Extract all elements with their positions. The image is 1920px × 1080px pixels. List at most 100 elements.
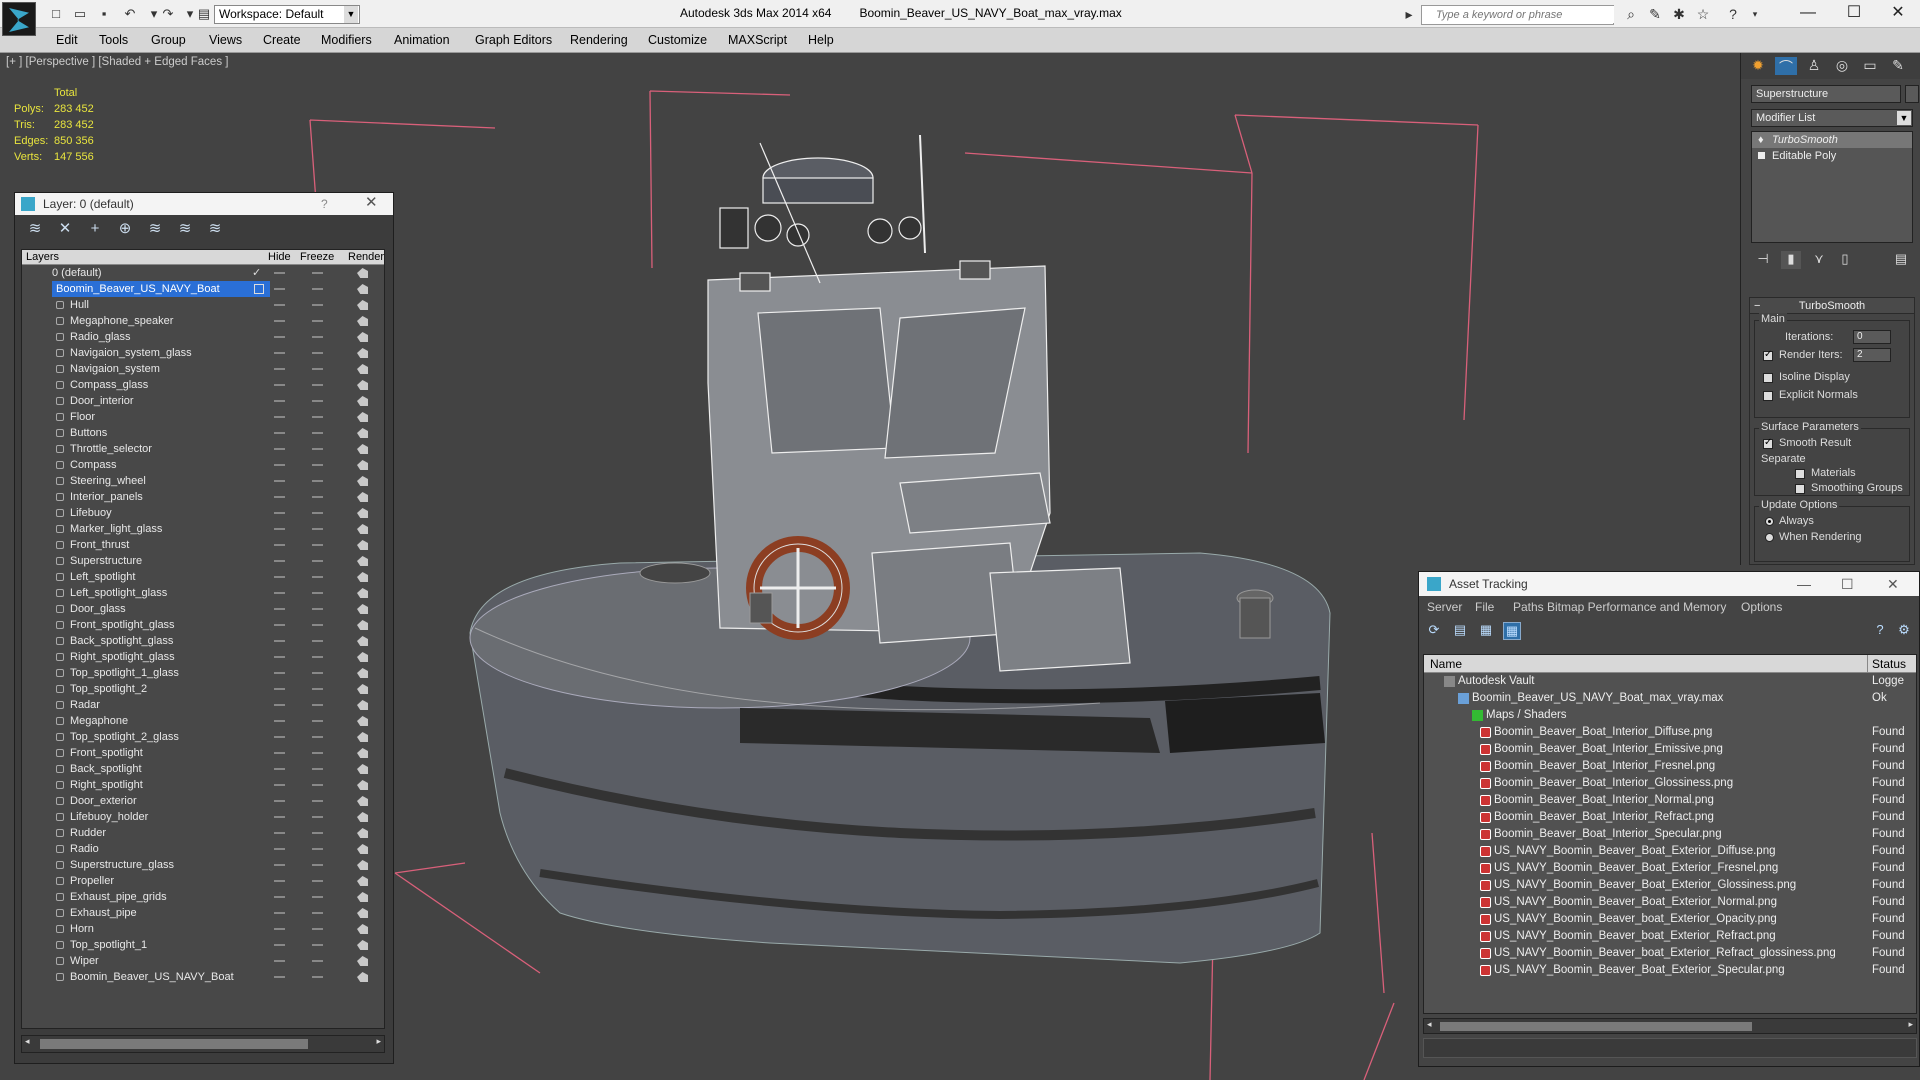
layer-object-row[interactable]: Lifebuoy_holder	[22, 809, 384, 825]
asset-row-map[interactable]: US_NAVY_Boomin_Beaver_boat_Exterior_Refr…	[1424, 928, 1916, 945]
render-teapot-icon[interactable]	[357, 892, 368, 902]
undo-icon[interactable]: ↶	[122, 6, 138, 21]
layer-object-row[interactable]: Radar	[22, 697, 384, 713]
freeze-toggle[interactable]	[312, 896, 323, 898]
render-teapot-icon[interactable]	[357, 652, 368, 662]
asset-row-map[interactable]: US_NAVY_Boomin_Beaver_Boat_Exterior_Diff…	[1424, 843, 1916, 860]
scroll-thumb[interactable]	[1440, 1022, 1752, 1031]
freeze-toggle[interactable]	[312, 800, 323, 802]
render-teapot-icon[interactable]	[357, 604, 368, 614]
hide-toggle[interactable]	[274, 288, 285, 290]
hide-toggle[interactable]	[274, 784, 285, 786]
menu-server[interactable]: Server	[1427, 600, 1462, 614]
object-name-field[interactable]: Superstructure	[1751, 85, 1901, 103]
layer-object-row[interactable]: Right_spotlight_glass	[22, 649, 384, 665]
modify-tab-icon[interactable]: ⌒	[1775, 57, 1797, 75]
render-teapot-icon[interactable]	[357, 412, 368, 422]
menu-graph-editors[interactable]: Graph Editors	[475, 33, 552, 47]
layer-object-row[interactable]: Megaphone	[22, 713, 384, 729]
menu-animation[interactable]: Animation	[394, 33, 450, 47]
materials-checkbox[interactable]	[1795, 469, 1805, 479]
freeze-toggle[interactable]	[312, 592, 323, 594]
stack-item-editable-poly[interactable]: Editable Poly	[1752, 148, 1912, 164]
render-teapot-icon[interactable]	[357, 380, 368, 390]
freeze-toggle[interactable]	[312, 336, 323, 338]
asset-horizontal-scrollbar[interactable]: ◂ ▸	[1423, 1018, 1917, 1034]
freeze-toggle[interactable]	[312, 528, 323, 530]
hide-toggle[interactable]	[274, 672, 285, 674]
layer-object-row[interactable]: Door_glass	[22, 601, 384, 617]
freeze-toggle[interactable]	[312, 416, 323, 418]
layer-object-row[interactable]: Exhaust_pipe	[22, 905, 384, 921]
render-teapot-icon[interactable]	[357, 588, 368, 598]
hide-toggle[interactable]	[274, 624, 285, 626]
add-to-layer-icon[interactable]: +	[85, 220, 105, 238]
layer-object-row[interactable]: Hull	[22, 297, 384, 313]
render-teapot-icon[interactable]	[357, 860, 368, 870]
layer-object-row[interactable]: Front_spotlight	[22, 745, 384, 761]
settings-icon[interactable]: ⚙	[1895, 622, 1913, 640]
col-name[interactable]: Name	[1430, 657, 1462, 671]
layer-object-row[interactable]: Steering_wheel	[22, 473, 384, 489]
iterations-spinner[interactable]: 0	[1853, 330, 1891, 344]
hide-toggle[interactable]	[274, 608, 285, 610]
menu-maxscript[interactable]: MAXScript	[728, 33, 787, 47]
hide-toggle[interactable]	[274, 336, 285, 338]
subscription-icon[interactable]: ✎	[1646, 6, 1664, 22]
layer-object-row[interactable]: Back_spotlight_glass	[22, 633, 384, 649]
asset-tracking-header[interactable]: Asset Tracking — ☐ ✕	[1419, 572, 1919, 596]
freeze-toggle[interactable]	[312, 432, 323, 434]
layer-object-row[interactable]: Rudder	[22, 825, 384, 841]
asset-row-map[interactable]: US_NAVY_Boomin_Beaver_Boat_Exterior_Spec…	[1424, 962, 1916, 979]
layer-object-row[interactable]: Propeller	[22, 873, 384, 889]
expand-box-icon[interactable]	[1758, 152, 1765, 159]
help-icon[interactable]: ?	[1871, 622, 1889, 640]
layer-object-row[interactable]: Door_interior	[22, 393, 384, 409]
col-layers[interactable]: Layers	[26, 251, 59, 263]
render-teapot-icon[interactable]	[357, 748, 368, 758]
rollout-header[interactable]: − TurboSmooth	[1750, 298, 1914, 314]
asset-row-map[interactable]: US_NAVY_Boomin_Beaver_boat_Exterior_Opac…	[1424, 911, 1916, 928]
hide-all-layers-icon[interactable]: ≋	[175, 220, 195, 238]
asset-row-map[interactable]: Boomin_Beaver_Boat_Interior_Diffuse.png F…	[1424, 724, 1916, 741]
freeze-toggle[interactable]	[312, 672, 323, 674]
remove-modifier-icon[interactable]: ▯	[1835, 251, 1855, 269]
pin-stack-icon[interactable]: ⊣	[1753, 251, 1773, 269]
render-teapot-icon[interactable]	[357, 668, 368, 678]
freeze-all-layers-icon[interactable]: ≋	[205, 220, 225, 238]
layer-object-row[interactable]: Throttle_selector	[22, 441, 384, 457]
tree-view-icon[interactable]: ▦	[1477, 622, 1495, 640]
asset-row-map[interactable]: Boomin_Beaver_Boat_Interior_Normal.png Fo…	[1424, 792, 1916, 809]
menu-create[interactable]: Create	[263, 33, 301, 47]
asset-list[interactable]: Name Status Autodesk Vault Logge Boomin_…	[1423, 654, 1917, 1014]
freeze-toggle[interactable]	[312, 400, 323, 402]
render-teapot-icon[interactable]	[357, 956, 368, 966]
hide-toggle[interactable]	[274, 528, 285, 530]
maximize-button[interactable]: ☐	[1834, 2, 1874, 24]
minimize-button[interactable]: —	[1797, 572, 1811, 596]
hide-toggle[interactable]	[274, 832, 285, 834]
freeze-toggle[interactable]	[312, 816, 323, 818]
asset-row-vault[interactable]: Autodesk Vault Logge	[1424, 673, 1916, 690]
expand-search-icon[interactable]: ▸	[1400, 6, 1418, 22]
freeze-toggle[interactable]	[312, 976, 323, 978]
freeze-toggle[interactable]	[312, 736, 323, 738]
app-logo-icon[interactable]	[2, 2, 36, 36]
redo-icon[interactable]: ↷	[160, 6, 176, 21]
menu-edit[interactable]: Edit	[56, 33, 78, 47]
motion-tab-icon[interactable]: ◎	[1831, 57, 1853, 75]
configure-sets-icon[interactable]: ▤	[1891, 251, 1911, 269]
layer-object-row[interactable]: Right_spotlight	[22, 777, 384, 793]
freeze-toggle[interactable]	[312, 352, 323, 354]
render-teapot-icon[interactable]	[357, 972, 368, 982]
freeze-toggle[interactable]	[312, 464, 323, 466]
render-teapot-icon[interactable]	[357, 508, 368, 518]
render-teapot-icon[interactable]	[357, 636, 368, 646]
close-icon[interactable]: ✕	[365, 192, 378, 214]
hide-toggle[interactable]	[274, 368, 285, 370]
layer-object-row[interactable]: Radio_glass	[22, 329, 384, 345]
scroll-left-icon[interactable]: ◂	[1427, 1019, 1432, 1030]
layer-object-row[interactable]: Radio	[22, 841, 384, 857]
freeze-toggle[interactable]	[312, 688, 323, 690]
render-teapot-icon[interactable]	[357, 460, 368, 470]
